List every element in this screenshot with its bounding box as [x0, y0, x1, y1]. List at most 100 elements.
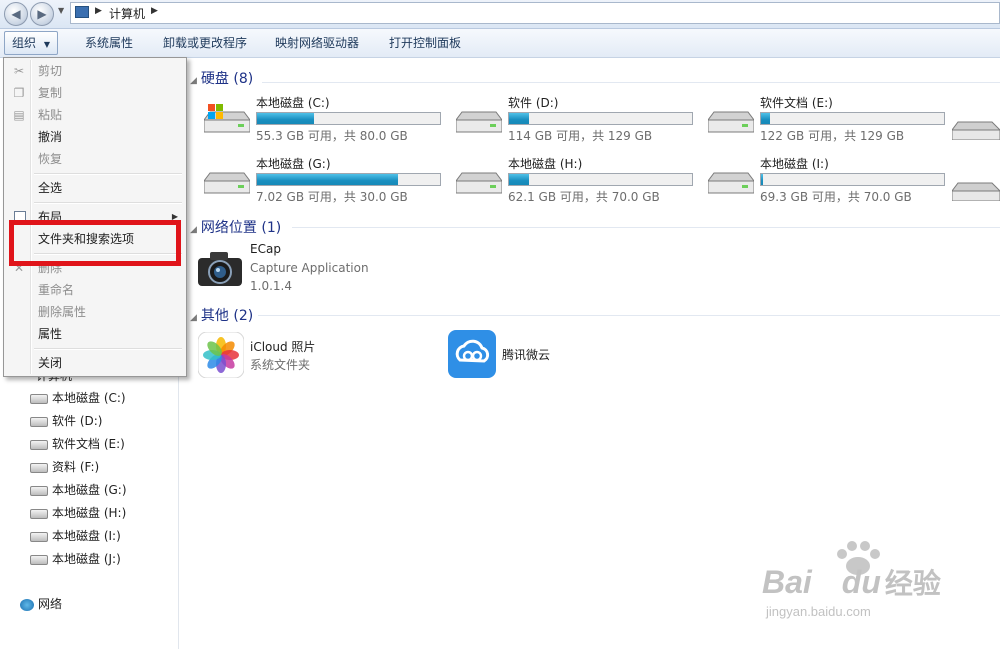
drive-icon[interactable]	[951, 114, 1000, 141]
collapse-icon: ◢	[190, 313, 197, 323]
menu-item-copy[interactable]: ❐ 复制	[6, 82, 184, 104]
drive-tile[interactable]: 本地磁盘 (I:) 69.3 GB 可用，共 70.0 GB	[700, 155, 950, 211]
drive-capacity: 114 GB 可用，共 129 GB	[508, 129, 653, 143]
drive-usage-bar	[256, 173, 441, 186]
group-header-hdd[interactable]: ◢ 硬盘 (8)	[190, 68, 253, 90]
organize-menu: ✂ 剪切 ❐ 复制 ▤ 粘贴 撤消 恢复 全选 布局 ▶ 文件夹和搜索选项 ✕ 删除 重命…	[3, 57, 187, 377]
nav-network[interactable]: 网络	[20, 594, 62, 614]
forward-button[interactable]: ▶	[30, 2, 54, 26]
drive-tile[interactable]: 本地磁盘 (G:) 7.02 GB 可用，共 30.0 GB	[196, 155, 446, 211]
menu-item-cut[interactable]: ✂ 剪切	[6, 60, 184, 82]
drive-usage-bar	[760, 173, 945, 186]
crumb-arrow-icon[interactable]: ▶	[151, 6, 158, 16]
drive-tile[interactable]: 软件文档 (E:) 122 GB 可用，共 129 GB	[700, 94, 950, 150]
weiyun-name: 腾讯微云	[502, 348, 551, 362]
drive-tile[interactable]: 本地磁盘 (C:) 55.3 GB 可用，共 80.0 GB	[196, 94, 446, 150]
drive-icon	[30, 393, 48, 404]
computer-icon	[75, 6, 89, 18]
watermark-url: jingyan.baidu.com	[766, 604, 871, 619]
icloud-name: iCloud 照片	[250, 340, 316, 354]
group-header-other[interactable]: ◢ 其他 (2)	[190, 305, 253, 327]
drive-usage-bar	[508, 112, 693, 125]
watermark-logo: Bai du 经验	[762, 564, 941, 600]
collapse-icon: ◢	[190, 225, 197, 235]
ecap-name: ECap	[250, 242, 281, 256]
drive-icon	[456, 111, 502, 133]
nav-drive-i[interactable]: 本地磁盘 (I:)	[30, 526, 121, 546]
drive-usage-fill	[257, 174, 398, 185]
menu-item-rename[interactable]: 重命名	[6, 279, 184, 301]
system-properties-button[interactable]: 系统属性	[78, 29, 140, 57]
drive-icon	[456, 172, 502, 194]
paste-icon: ▤	[13, 108, 25, 122]
weiyun-cloud-icon	[448, 330, 496, 378]
command-toolbar: 组织 ▼ 系统属性 卸载或更改程序 映射网络驱动器 打开控制面板	[0, 29, 1000, 58]
drive-usage-bar	[256, 112, 441, 125]
organize-button[interactable]: 组织 ▼	[4, 31, 58, 55]
icloud-desc: 系统文件夹	[250, 358, 311, 372]
organize-label: 组织	[12, 36, 37, 50]
menu-item-select-all[interactable]: 全选	[6, 177, 184, 199]
icloud-photos-item[interactable]: iCloud 照片 系统文件夹	[196, 332, 436, 382]
drive-name: 本地磁盘 (H:)	[508, 157, 583, 171]
uninstall-button[interactable]: 卸载或更改程序	[156, 29, 254, 57]
nav-drive-j[interactable]: 本地磁盘 (J:)	[30, 549, 121, 569]
drive-capacity: 62.1 GB 可用，共 70.0 GB	[508, 190, 660, 204]
nav-drive-h[interactable]: 本地磁盘 (H:)	[30, 503, 126, 523]
control-panel-button[interactable]: 打开控制面板	[382, 29, 468, 57]
drive-usage-fill	[257, 113, 314, 124]
scissors-icon: ✂	[13, 64, 25, 78]
drive-icon	[204, 172, 250, 194]
nav-drive-g[interactable]: 本地磁盘 (G:)	[30, 480, 127, 500]
group-divider	[258, 315, 1000, 316]
drive-name: 软件 (D:)	[508, 96, 559, 110]
menu-item-redo[interactable]: 恢复	[6, 148, 184, 170]
drive-icon	[30, 416, 48, 427]
group-header-network[interactable]: ◢ 网络位置 (1)	[190, 217, 281, 239]
copy-icon: ❐	[13, 86, 25, 100]
ecap-version: 1.0.1.4	[250, 279, 292, 293]
drive-capacity: 122 GB 可用，共 129 GB	[760, 129, 905, 143]
crumb-arrow-icon[interactable]: ▶	[95, 6, 102, 16]
history-dropdown-icon[interactable]: ▼	[58, 6, 64, 15]
drive-usage-bar	[760, 112, 945, 125]
drive-icon	[30, 485, 48, 496]
nav-drive-e[interactable]: 软件文档 (E:)	[30, 434, 125, 454]
drive-name: 本地磁盘 (I:)	[760, 157, 829, 171]
map-drive-button[interactable]: 映射网络驱动器	[268, 29, 366, 57]
menu-item-paste[interactable]: ▤ 粘贴	[6, 104, 184, 126]
baidu-watermark: Bai du 经验 jingyan.baidu.com	[760, 541, 990, 630]
nav-drive-c[interactable]: 本地磁盘 (C:)	[30, 388, 126, 408]
breadcrumb-computer[interactable]: 计算机	[109, 5, 145, 22]
drive-icon	[708, 111, 754, 133]
drive-icon[interactable]	[951, 175, 1000, 202]
drive-capacity: 69.3 GB 可用，共 70.0 GB	[760, 190, 912, 204]
nav-drive-f[interactable]: 资料 (F:)	[30, 457, 99, 477]
drive-tile[interactable]: 软件 (D:) 114 GB 可用，共 129 GB	[448, 94, 698, 150]
menu-item-remove-properties[interactable]: 删除属性	[6, 301, 184, 323]
drive-icon	[30, 554, 48, 565]
weiyun-item[interactable]: 腾讯微云	[448, 330, 648, 380]
back-button[interactable]: ◀	[4, 2, 28, 26]
drive-name: 本地磁盘 (G:)	[256, 157, 331, 171]
collapse-icon: ◢	[190, 76, 197, 86]
drive-usage-fill	[509, 174, 530, 185]
drive-tile[interactable]: 本地磁盘 (H:) 62.1 GB 可用，共 70.0 GB	[448, 155, 698, 211]
menu-item-properties[interactable]: 属性	[6, 323, 184, 345]
menu-item-close[interactable]: 关闭	[6, 352, 184, 374]
drive-name: 软件文档 (E:)	[760, 96, 833, 110]
menu-item-undo[interactable]: 撤消	[6, 126, 184, 148]
ecap-desc: Capture Application	[250, 261, 369, 275]
drive-usage-bar	[508, 173, 693, 186]
nav-drive-d[interactable]: 软件 (D:)	[30, 411, 102, 431]
menu-separator	[34, 202, 182, 204]
camera-icon	[198, 252, 242, 286]
drive-capacity: 55.3 GB 可用，共 80.0 GB	[256, 129, 408, 143]
chevron-down-icon: ▼	[43, 40, 50, 49]
highlight-annotation-box	[9, 220, 181, 266]
drive-icon	[30, 508, 48, 519]
ecap-item[interactable]: ECap Capture Application 1.0.1.4	[196, 242, 456, 298]
address-field[interactable]: ▶ 计算机 ▶	[70, 2, 1000, 24]
drive-capacity: 7.02 GB 可用，共 30.0 GB	[256, 190, 408, 204]
drive-icon	[30, 462, 48, 473]
